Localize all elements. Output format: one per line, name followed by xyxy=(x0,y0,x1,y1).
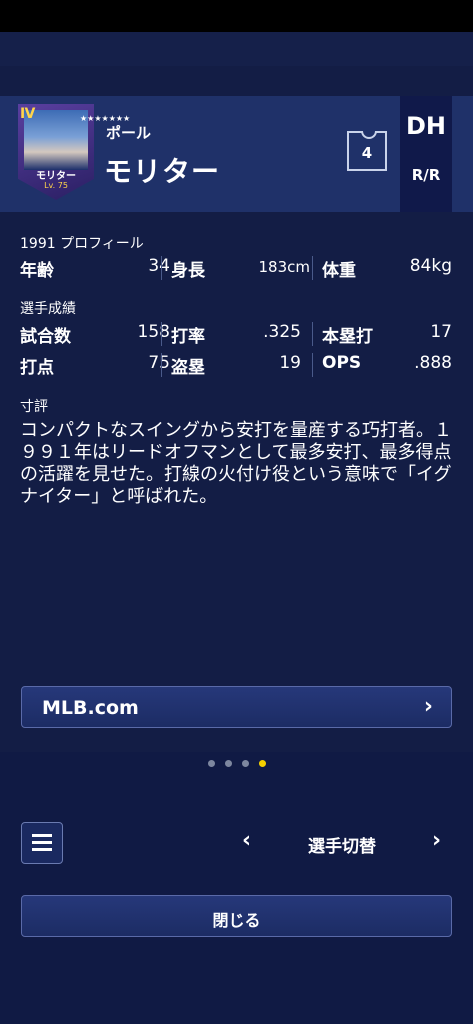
mlb-link-label: MLB.com xyxy=(42,697,139,719)
stats-title: 選手成績 xyxy=(20,301,76,317)
ops-label: OPS xyxy=(322,353,362,373)
stats-row: 試合数 158 打率 .325 本塁打 17 xyxy=(20,322,452,348)
games-value: 158 xyxy=(137,322,170,342)
comment-title: 寸評 xyxy=(20,399,48,415)
card-stars: ★★★★★★★ xyxy=(80,114,130,123)
sb-value: 19 xyxy=(279,353,301,373)
ops-value: .888 xyxy=(414,353,452,373)
card-level: Lv. 75 xyxy=(44,181,68,190)
jersey-collar xyxy=(361,131,377,139)
player-last-name: モリター xyxy=(104,155,221,188)
weight-value: 84kg xyxy=(409,256,452,276)
bottom-panel xyxy=(0,752,473,1024)
comment-text: コンパクトなスイングから安打を量産する巧打者。１９９１年はリードオフマンとして最… xyxy=(20,420,452,507)
height-label: 身長 xyxy=(171,261,205,281)
games-label: 試合数 xyxy=(20,327,71,347)
jersey-number-text: 4 xyxy=(361,144,373,162)
hr-value: 17 xyxy=(430,322,452,342)
player-card: Ⅳ ★★★★★★★ モリター Lv. 75 xyxy=(18,104,130,200)
prev-player-button[interactable]: ‹ xyxy=(242,828,251,853)
player-switch-label: 選手切替 xyxy=(308,837,376,857)
jersey-number: 4 xyxy=(347,131,387,171)
hr-label: 本塁打 xyxy=(322,327,373,347)
divider xyxy=(161,353,162,377)
mlb-link-button[interactable]: MLB.com › xyxy=(21,686,452,728)
page-indicator xyxy=(0,757,473,771)
divider xyxy=(312,353,313,377)
page-dot[interactable] xyxy=(242,760,249,767)
menu-button[interactable] xyxy=(21,822,63,864)
profile-row: 年齢 34 身長 183cm 体重 84kg xyxy=(20,256,452,282)
position-box: DH R/R xyxy=(400,96,452,212)
age-value: 34 xyxy=(148,256,170,276)
card-name: モリター xyxy=(36,171,76,182)
divider xyxy=(312,322,313,346)
rbi-label: 打点 xyxy=(20,358,54,378)
divider xyxy=(161,256,162,280)
profile-title: 1991 プロフィール xyxy=(20,236,144,252)
stats-row: 打点 75 盗塁 19 OPS .888 xyxy=(20,353,452,379)
status-bar xyxy=(0,0,473,32)
player-first-name: ポール xyxy=(106,124,152,142)
age-label: 年齢 xyxy=(20,261,54,281)
close-button-label: 閉じる xyxy=(212,911,261,930)
card-rank: Ⅳ xyxy=(20,106,36,122)
weight-label: 体重 xyxy=(322,261,356,281)
chevron-right-icon: › xyxy=(423,694,433,719)
avg-value: .325 xyxy=(263,322,301,342)
next-player-button[interactable]: › xyxy=(432,828,441,853)
height-value: 183cm xyxy=(258,258,311,276)
page-dot[interactable] xyxy=(208,760,215,767)
divider xyxy=(312,256,313,280)
rbi-value: 75 xyxy=(148,353,170,373)
divider xyxy=(161,322,162,346)
page-dot-active[interactable] xyxy=(259,760,266,767)
top-band xyxy=(0,32,473,66)
sb-label: 盗塁 xyxy=(171,358,205,378)
page-dot[interactable] xyxy=(225,760,232,767)
bat-throw-hand: R/R xyxy=(411,166,441,184)
avg-label: 打率 xyxy=(171,327,205,347)
position: DH xyxy=(405,112,446,140)
close-button[interactable]: 閉じる xyxy=(21,895,452,937)
